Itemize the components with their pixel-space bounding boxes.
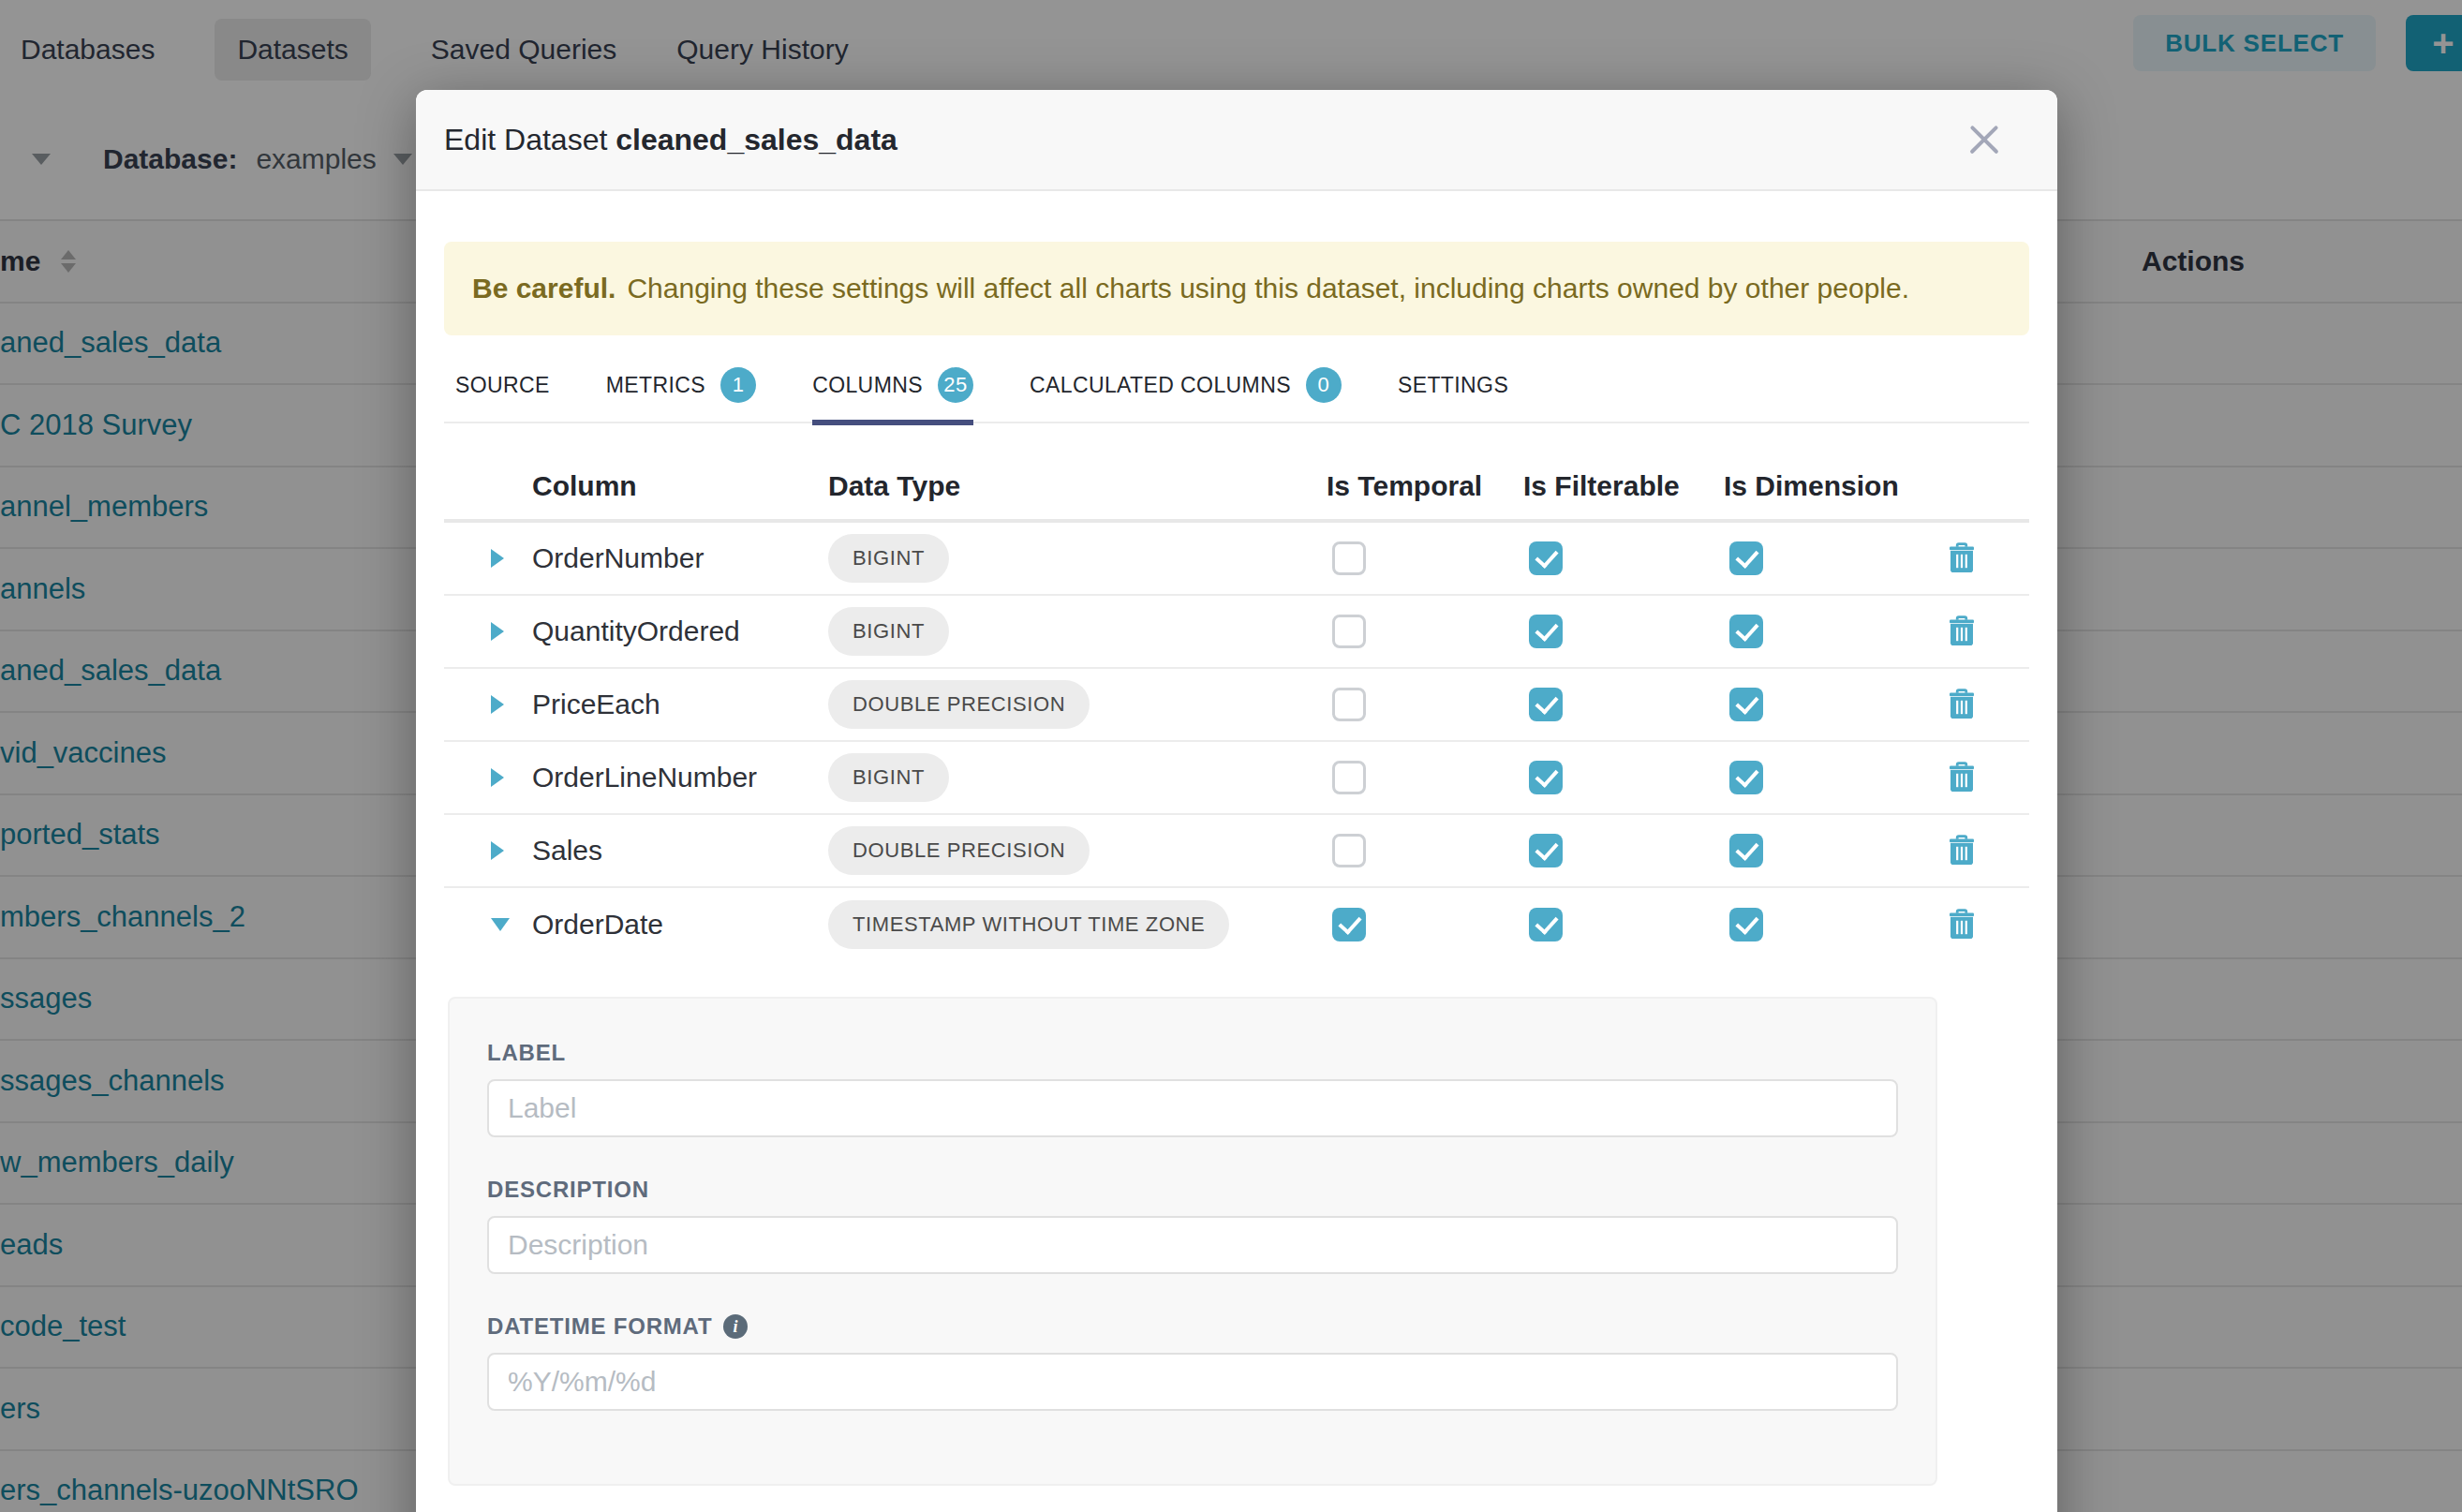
expand-caret-icon[interactable]: [491, 841, 504, 860]
label-field-label: LABEL: [487, 1040, 1898, 1066]
description-input[interactable]: [487, 1216, 1898, 1274]
modal-tab-columns[interactable]: COLUMNS25: [812, 354, 973, 416]
is-filterable-checkbox[interactable]: [1529, 834, 1563, 867]
info-icon[interactable]: i: [723, 1314, 748, 1339]
is-temporal-checkbox[interactable]: [1332, 541, 1366, 575]
is-temporal-checkbox[interactable]: [1332, 688, 1366, 721]
datetime-format-input[interactable]: [487, 1353, 1898, 1411]
description-field-label: DESCRIPTION: [487, 1177, 1898, 1203]
modal-title: Edit Dataset cleaned_sales_data: [444, 123, 897, 157]
label-input[interactable]: [487, 1079, 1898, 1137]
data-type-pill: BIGINT: [828, 607, 949, 656]
delete-column-icon[interactable]: [1949, 762, 1975, 793]
expand-caret-icon[interactable]: [491, 695, 504, 714]
tab-count-badge: 1: [720, 367, 756, 403]
is-dimension-checkbox[interactable]: [1729, 908, 1763, 941]
is-filterable-checkbox[interactable]: [1529, 688, 1563, 721]
column-name: OrderNumber: [532, 542, 828, 574]
tab-count-badge: 0: [1306, 367, 1342, 403]
datasets-page: DatabasesDatasetsSaved QueriesQuery Hist…: [0, 0, 2462, 1512]
column-row-PriceEach: PriceEachDOUBLE PRECISION: [444, 669, 2029, 742]
is-temporal-checkbox[interactable]: [1332, 761, 1366, 794]
column-header: Column: [532, 470, 828, 502]
data-type-pill: DOUBLE PRECISION: [828, 826, 1090, 875]
column-name: OrderLineNumber: [532, 762, 828, 793]
expand-caret-icon[interactable]: [491, 768, 504, 787]
column-row-OrderNumber: OrderNumberBIGINT: [444, 523, 2029, 596]
is-temporal-checkbox[interactable]: [1332, 615, 1366, 648]
column-name: PriceEach: [532, 689, 828, 720]
column-name: Sales: [532, 835, 828, 867]
modal-body: Be careful. Changing these settings will…: [416, 242, 2057, 1486]
is-filterable-checkbox[interactable]: [1529, 541, 1563, 575]
modal-header: Edit Dataset cleaned_sales_data: [416, 90, 2057, 191]
is-filterable-checkbox[interactable]: [1529, 615, 1563, 648]
is-dimension-checkbox[interactable]: [1729, 834, 1763, 867]
edit-dataset-modal: Edit Dataset cleaned_sales_data Be caref…: [416, 90, 2057, 1512]
modal-tab-metrics[interactable]: METRICS1: [606, 354, 756, 416]
is-filterable-checkbox[interactable]: [1529, 908, 1563, 941]
modal-tab-source[interactable]: SOURCE: [455, 354, 550, 416]
data-type-pill: TIMESTAMP WITHOUT TIME ZONE: [828, 900, 1229, 949]
modal-tabs: SOURCE METRICS1 COLUMNS25 CALCULATED COLUMN…: [444, 354, 2029, 423]
data-type-pill: BIGINT: [828, 534, 949, 583]
description-field-group: DESCRIPTION: [487, 1177, 1898, 1274]
delete-column-icon[interactable]: [1949, 542, 1975, 574]
is-dimension-header: Is Dimension: [1724, 470, 1899, 502]
datatype-header: Data Type: [828, 470, 1327, 502]
column-row-OrderLineNumber: OrderLineNumberBIGINT: [444, 742, 2029, 815]
is-filterable-header: Is Filterable: [1523, 470, 1724, 502]
column-row-OrderDate: OrderDateTIMESTAMP WITHOUT TIME ZONE: [444, 888, 2029, 961]
datetime-format-field-group: DATETIME FORMATi: [487, 1313, 1898, 1411]
is-dimension-checkbox[interactable]: [1729, 541, 1763, 575]
is-temporal-checkbox[interactable]: [1332, 834, 1366, 867]
collapse-caret-icon[interactable]: [491, 918, 510, 931]
datetime-format-field-label: DATETIME FORMATi: [487, 1313, 1898, 1340]
is-dimension-checkbox[interactable]: [1729, 688, 1763, 721]
warning-banner-bold: Be careful.: [472, 273, 616, 304]
warning-banner: Be careful. Changing these settings will…: [444, 242, 2029, 335]
warning-banner-text: Changing these settings will affect all …: [627, 273, 1909, 304]
data-type-pill: DOUBLE PRECISION: [828, 680, 1090, 729]
column-name: QuantityOrdered: [532, 615, 828, 647]
modal-tab-settings[interactable]: SETTINGS: [1398, 354, 1508, 416]
data-type-pill: BIGINT: [828, 753, 949, 802]
close-icon[interactable]: [1967, 123, 2001, 156]
expand-caret-icon[interactable]: [491, 622, 504, 641]
column-row-Sales: SalesDOUBLE PRECISION: [444, 815, 2029, 888]
is-temporal-checkbox[interactable]: [1332, 908, 1366, 941]
is-dimension-checkbox[interactable]: [1729, 615, 1763, 648]
tab-count-badge: 25: [938, 367, 973, 403]
is-filterable-checkbox[interactable]: [1529, 761, 1563, 794]
expand-caret-icon[interactable]: [491, 549, 504, 568]
label-field-group: LABEL: [487, 1040, 1898, 1137]
delete-column-icon[interactable]: [1949, 909, 1975, 941]
modal-tab-calculated-columns[interactable]: CALCULATED COLUMNS0: [1030, 354, 1342, 416]
delete-column-icon[interactable]: [1949, 835, 1975, 867]
column-name: OrderDate: [532, 909, 828, 941]
delete-column-icon[interactable]: [1949, 615, 1975, 647]
columns-table-header: Column Data Type Is Temporal Is Filterab…: [444, 423, 2029, 523]
column-row-QuantityOrdered: QuantityOrderedBIGINT: [444, 596, 2029, 669]
delete-column-icon[interactable]: [1949, 689, 1975, 720]
column-edit-panel: LABEL DESCRIPTION DATETIME FORMATi: [448, 997, 1937, 1486]
is-dimension-checkbox[interactable]: [1729, 761, 1763, 794]
is-temporal-header: Is Temporal: [1327, 470, 1523, 502]
